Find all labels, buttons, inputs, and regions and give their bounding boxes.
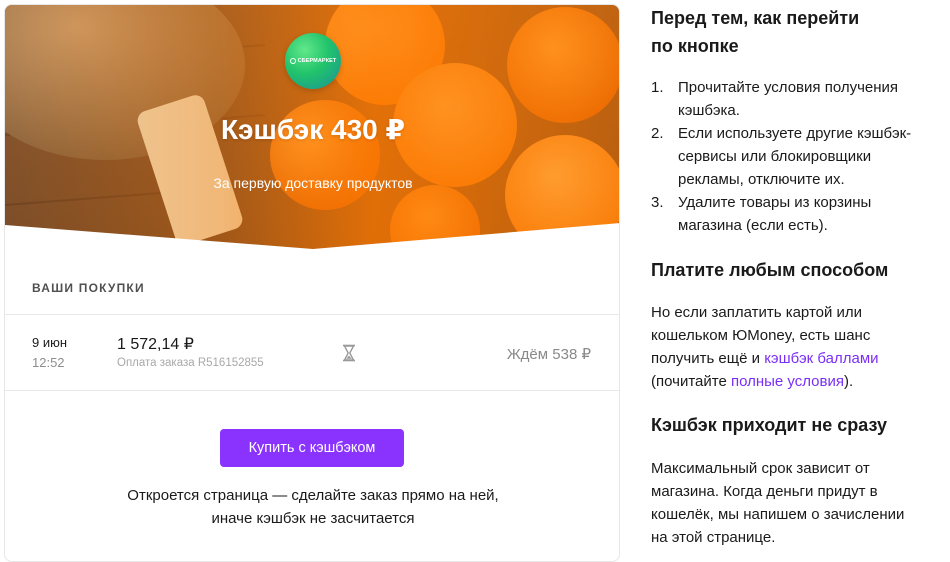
purchases-section-label: ВАШИ ПОКУПКИ <box>32 281 145 295</box>
before-click-heading: Перед тем, как перейти по кнопке <box>651 4 950 60</box>
cashback-delay-heading: Кэшбэк приходит не сразу <box>651 415 887 435</box>
page: СБЕРМАРКЕТ Кэшбэк 430 ₽ За первую достав… <box>0 0 950 562</box>
cashback-subtitle: За первую доставку продуктов <box>213 175 413 191</box>
redirect-note: Откроется страница — сделайте заказ прям… <box>5 484 619 530</box>
heading-line: Перед тем, как перейти <box>651 8 860 28</box>
paragraph-line: получить ещё и <box>651 350 765 367</box>
steps-list: 1. Прочитайте условия получения кэшбэка.… <box>651 76 950 237</box>
paragraph-line: Максимальный срок зависит от <box>651 460 870 477</box>
buy-with-cashback-button[interactable]: Купить с кэшбэком <box>220 429 404 467</box>
redirect-note-line: Откроется страница — сделайте заказ прям… <box>127 487 499 504</box>
divider <box>5 314 619 315</box>
paragraph-line: Но если заплатить картой или <box>651 304 863 321</box>
hourglass-icon <box>343 344 355 362</box>
step-item: 1. Прочитайте условия получения кэшбэка. <box>651 76 950 122</box>
store-logo-mark-icon <box>289 58 296 64</box>
step-item: 2. Если используете другие кэшбэк- серви… <box>651 122 950 191</box>
paragraph-line: кошелёк, мы напишем о зачислении <box>651 506 905 523</box>
step-item: 3. Удалите товары из корзины магазина (е… <box>651 191 950 237</box>
paragraph-line: (почитайте <box>651 373 731 390</box>
store-logo: СБЕРМАРКЕТ <box>285 33 341 89</box>
purchase-status: Ждём 538 ₽ <box>506 346 591 363</box>
full-terms-link[interactable]: полные условия <box>731 373 844 390</box>
step-text: Прочитайте условия получения <box>678 79 899 96</box>
purchase-order-description: Оплата заказа R516152855 <box>117 357 264 369</box>
paragraph-line: кошельком ЮMoney, есть шанс <box>651 327 871 344</box>
paragraph-line: ). <box>844 373 854 390</box>
cashback-points-link[interactable]: кэшбэк баллами <box>764 350 878 367</box>
step-text: магазина (если есть). <box>678 217 828 234</box>
step-number: 1. <box>651 79 664 96</box>
step-text: сервисы или блокировщики <box>678 148 872 165</box>
pay-any-way-heading: Платите любым способом <box>651 260 889 280</box>
step-number: 2. <box>651 125 664 142</box>
cashback-title: Кэшбэк 430 ₽ <box>220 114 406 145</box>
step-text: кэшбэка. <box>678 102 740 119</box>
purchase-date: 9 июн <box>32 335 68 350</box>
redirect-note-line: иначе кэшбэк не засчитается <box>211 510 415 527</box>
heading-line: по кнопке <box>651 36 739 56</box>
step-text: Если используете другие кэшбэк- <box>678 125 912 142</box>
store-logo-text: СБЕРМАРКЕТ <box>297 58 337 64</box>
purchase-time: 12:52 <box>32 355 65 370</box>
cashback-delay-text: Максимальный срок зависит от магазина. К… <box>651 457 950 549</box>
step-text: Удалите товары из корзины <box>678 194 872 211</box>
purchase-amount: 1 572,14 ₽ <box>117 336 194 353</box>
step-text: рекламы, отключите их. <box>678 171 845 188</box>
offer-card: СБЕРМАРКЕТ Кэшбэк 430 ₽ За первую достав… <box>4 4 620 562</box>
offer-hero-banner: СБЕРМАРКЕТ Кэшбэк 430 ₽ За первую достав… <box>5 5 619 249</box>
paragraph-line: магазина. Когда деньги придут в <box>651 483 878 500</box>
step-number: 3. <box>651 194 664 211</box>
paragraph-line: на этой странице. <box>651 529 776 546</box>
divider <box>5 390 619 391</box>
pay-any-way-text: Но если заплатить картой или кошельком Ю… <box>651 301 950 393</box>
